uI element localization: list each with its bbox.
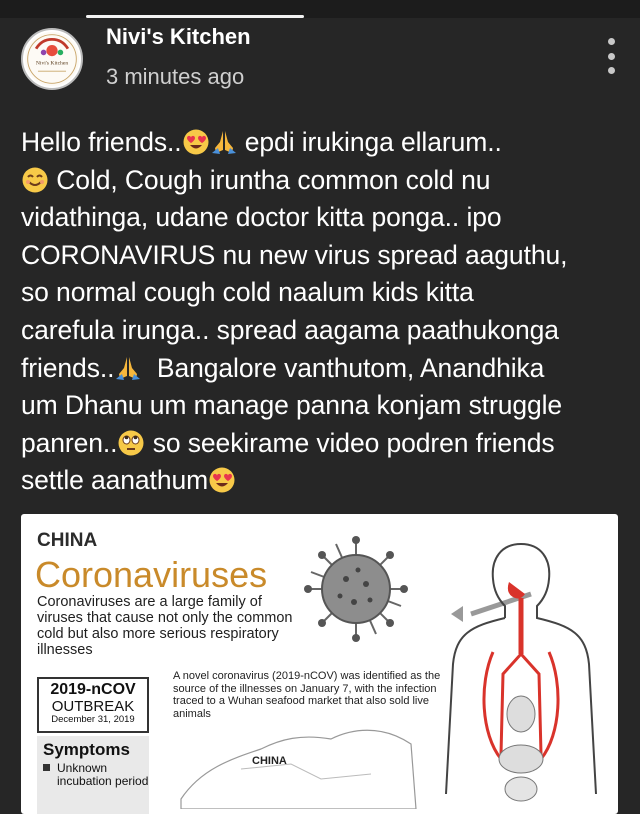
post-text-segment: so seekirame video podren friends xyxy=(145,427,555,458)
more-vertical-icon xyxy=(607,38,615,45)
outbreak-word: OUTBREAK xyxy=(51,698,135,715)
story-progress-indicator xyxy=(86,15,304,18)
symptoms-heading: Symptoms xyxy=(43,740,130,759)
outbreak-box: 2019-nCOV OUTBREAK December 31, 2019 xyxy=(37,677,149,733)
outbreak-date: December 31, 2019 xyxy=(51,714,135,725)
symptom-item: Unknown incubation period xyxy=(37,760,149,787)
infographic-country: CHINA xyxy=(37,530,98,551)
more-options-button[interactable] xyxy=(600,38,622,74)
post-body: Hello friends.. epdi irukinga ellarum.. … xyxy=(21,124,629,500)
avatar[interactable]: Nivi's Kitchen xyxy=(21,28,83,90)
folded-hands-emoji xyxy=(116,356,141,380)
smiling-face-emoji xyxy=(22,167,48,193)
post-timestamp: 3 minutes ago xyxy=(106,64,245,89)
post-text-line: carefula irunga.. spread aagama paathuko… xyxy=(21,314,559,345)
china-map-illustration xyxy=(180,729,417,809)
folded-hands-emoji xyxy=(211,131,236,154)
infographic-image[interactable]: CHINA Coronaviruses Coronaviruses are a … xyxy=(21,514,618,814)
human-respiratory-system-illustration xyxy=(445,543,597,802)
post-text-segment: Cold, Cough iruntha common cold nu xyxy=(49,164,491,195)
face-with-rolling-eyes-emoji xyxy=(118,430,144,456)
heart-eyes-emoji xyxy=(183,129,209,155)
post-text-segment: Bangalore vanthutom, Anandhika xyxy=(142,352,545,383)
post-text-segment: Hello friends.. xyxy=(21,127,182,157)
heart-eyes-emoji xyxy=(209,467,235,493)
infographic-title: Coronaviruses xyxy=(35,554,268,595)
coronavirus-illustration xyxy=(304,536,408,642)
post-text-line: vidathinga, udane doctor kitta ponga.. i… xyxy=(21,202,502,233)
infographic-description: Coronaviruses are a large family of viru… xyxy=(37,594,293,658)
post-text-line: so normal cough cold naalum kids kitta xyxy=(21,277,474,308)
post-text-line: um Dhanu um manage panna konjam struggle xyxy=(21,390,563,421)
post-text-segment: epdi irukinga ellarum.. xyxy=(237,127,502,157)
post-text-segment: friends.. xyxy=(21,352,115,383)
novel-coronavirus-text: A novel coronavirus (2019-nCOV) was iden… xyxy=(173,670,441,720)
post-text-line: CORONAVIRUS nu new virus spread aaguthu, xyxy=(21,239,568,270)
author-name[interactable]: Nivi's Kitchen xyxy=(106,24,251,50)
post-text-segment: settle aanathum xyxy=(21,465,209,496)
avatar-logo-text: Nivi's Kitchen xyxy=(36,61,69,67)
outbreak-year: 2019-nCOV xyxy=(50,681,136,698)
post-text-segment: panren.. xyxy=(21,427,118,458)
map-label: CHINA xyxy=(252,755,287,767)
symptoms-panel: Symptoms Unknown incubation period xyxy=(37,736,149,814)
